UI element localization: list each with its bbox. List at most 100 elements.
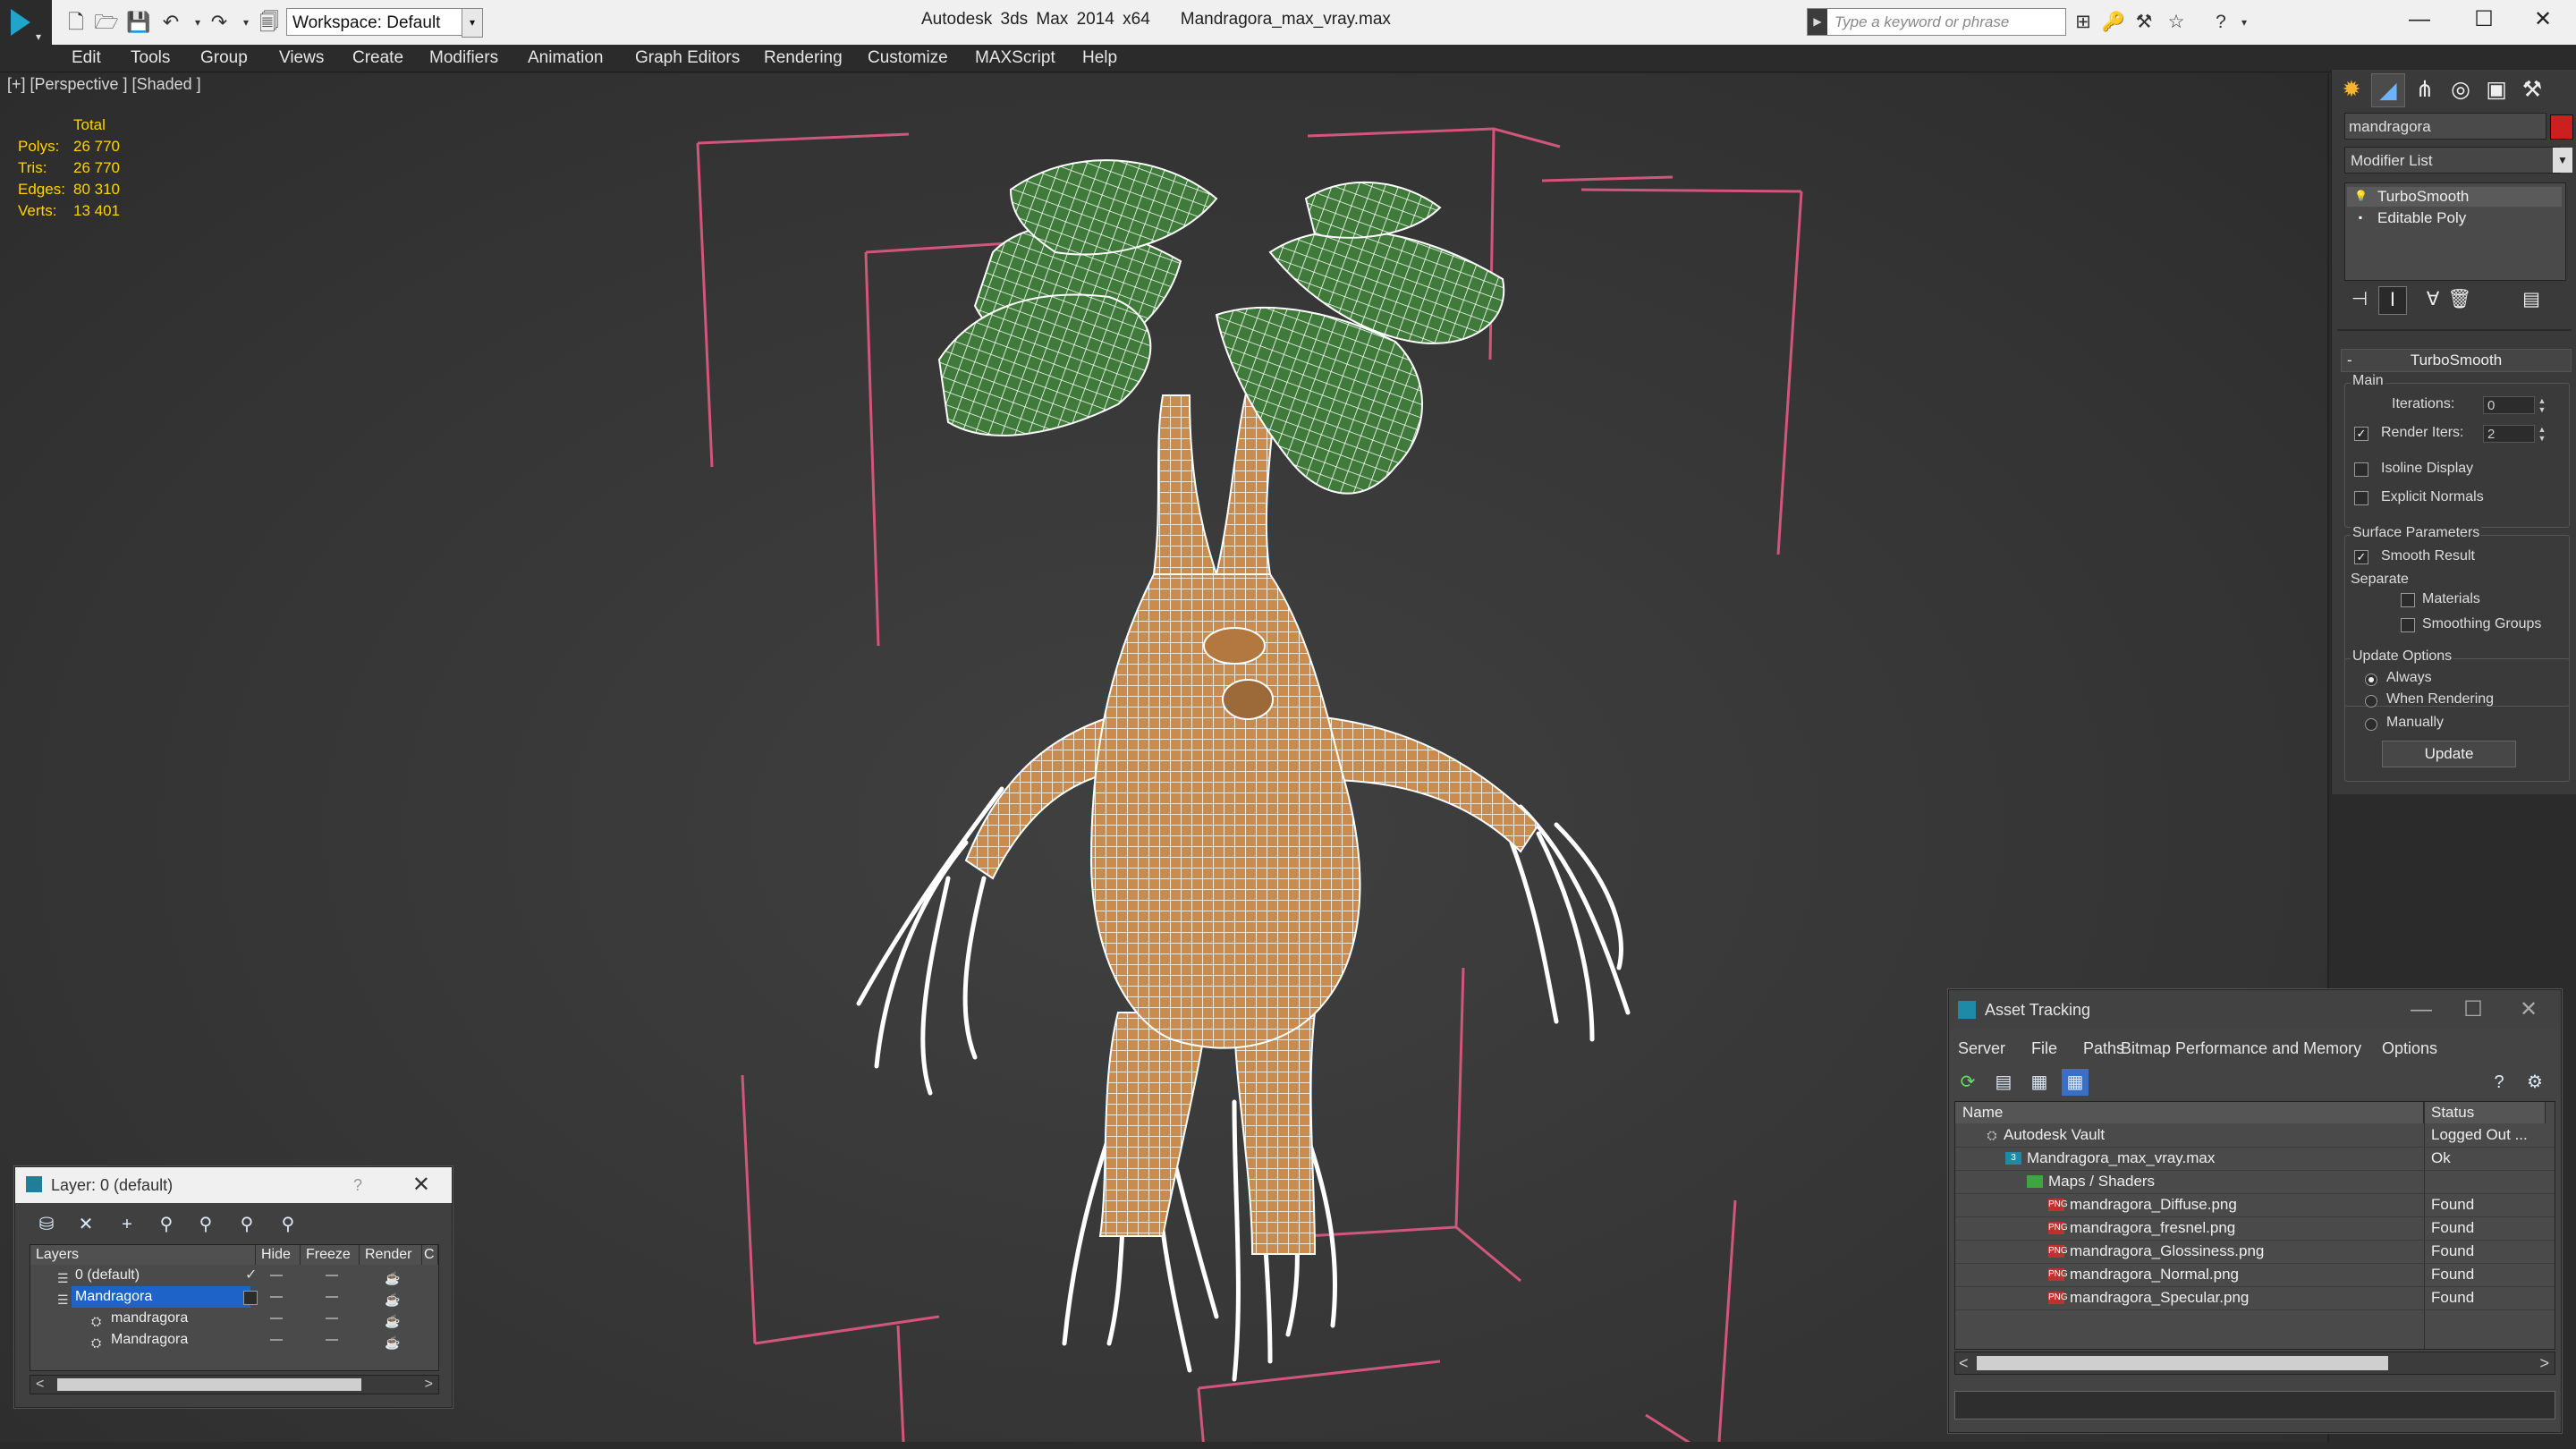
asset-status-field[interactable]: [1954, 1391, 2555, 1419]
favorites-star-icon[interactable]: ☆: [2163, 9, 2190, 36]
render-iters-spinner[interactable]: 2: [2483, 425, 2535, 443]
make-unique-icon[interactable]: ∀: [2419, 286, 2446, 313]
show-end-result-icon[interactable]: Ⅰ: [2378, 286, 2407, 315]
delete-layer-icon[interactable]: ✕: [72, 1212, 99, 1237]
display-tab-icon[interactable]: ▣: [2480, 73, 2512, 106]
turbosmooth-rollout-header[interactable]: - TurboSmooth: [2341, 349, 2572, 372]
hide-toggle[interactable]: [270, 1318, 283, 1319]
create-tab-icon[interactable]: ✹: [2335, 73, 2368, 106]
utilities-tab-icon[interactable]: ⚒: [2516, 73, 2548, 106]
hide-toggle[interactable]: [270, 1339, 283, 1341]
communication-icon[interactable]: ⚒: [2131, 9, 2157, 36]
maximize-button[interactable]: ☐: [2451, 0, 2517, 39]
pin-stack-icon[interactable]: ⊣: [2346, 286, 2373, 313]
menu-rendering[interactable]: Rendering: [764, 45, 843, 72]
project-folder-icon[interactable]: 🗐: [256, 10, 283, 35]
scroll-right-icon[interactable]: >: [425, 1376, 433, 1394]
workspace-selector[interactable]: Workspace: Default ▾: [286, 8, 483, 36]
asset-row[interactable]: PNG mandragora_Normal.png Found: [1955, 1263, 2555, 1287]
stack-item-editable-poly[interactable]: ▪ Editable Poly: [2347, 208, 2562, 228]
layer-row[interactable]: ☰ 0 (default) ✓ ☕: [30, 1265, 438, 1286]
configure-sets-icon[interactable]: ▤: [2518, 286, 2545, 313]
freeze-all-icon[interactable]: ⚲: [275, 1212, 301, 1237]
scrollbar-thumb[interactable]: [1977, 1356, 2388, 1370]
menu-group[interactable]: Group: [200, 45, 248, 72]
scroll-left-icon[interactable]: <: [36, 1376, 44, 1394]
menu-file[interactable]: File: [2031, 1035, 2057, 1062]
explicit-normals-checkbox[interactable]: [2354, 491, 2368, 505]
menu-animation[interactable]: Animation: [528, 45, 604, 72]
always-radio[interactable]: [2365, 674, 2377, 686]
hierarchy-tab-icon[interactable]: ⋔: [2409, 73, 2441, 106]
open-file-icon[interactable]: 🗁: [93, 10, 120, 35]
save-file-icon[interactable]: 💾: [125, 10, 152, 35]
menu-help[interactable]: Help: [1082, 45, 1117, 72]
column-header-name[interactable]: Name: [1955, 1102, 2424, 1123]
manually-radio[interactable]: [2365, 718, 2377, 731]
asset-tracking-titlebar[interactable]: Asset Tracking — ☐ ✕: [1949, 990, 2561, 1030]
hide-toggle[interactable]: [270, 1296, 283, 1298]
hide-all-icon[interactable]: ⚲: [233, 1212, 260, 1237]
layer-row[interactable]: ⛭ mandragora ☕: [30, 1308, 438, 1329]
layer-row[interactable]: ☰ Mandragora ☕: [30, 1286, 438, 1308]
asset-row[interactable]: PNG mandragora_Specular.png Found: [1955, 1286, 2555, 1310]
menu-views[interactable]: Views: [279, 45, 324, 72]
maximize-button[interactable]: ☐: [2446, 990, 2500, 1030]
render-teapot-icon[interactable]: ☕: [385, 1332, 400, 1353]
asset-row[interactable]: PNG mandragora_fresnel.png Found: [1955, 1216, 2555, 1241]
modifier-list-dropdown[interactable]: Modifier List ▼: [2344, 147, 2572, 174]
menu-modifiers[interactable]: Modifiers: [429, 45, 498, 72]
object-color-swatch[interactable]: [2550, 114, 2573, 140]
close-button[interactable]: ✕: [412, 1167, 430, 1203]
column-header-render[interactable]: Render: [360, 1245, 422, 1265]
refresh-icon[interactable]: ⟳: [1954, 1069, 1981, 1096]
search-input[interactable]: Type a keyword or phrase: [1835, 9, 2009, 35]
object-name-field[interactable]: mandragora: [2344, 113, 2546, 140]
table-view-icon[interactable]: ▦: [2062, 1069, 2089, 1096]
viewport-label-menu[interactable]: [+] [Perspective ] [Shaded ]: [7, 75, 201, 94]
undo-icon[interactable]: ↶: [157, 10, 184, 35]
subscription-icon[interactable]: 🔑: [2100, 9, 2127, 36]
select-objects-icon[interactable]: ⚲: [153, 1212, 180, 1237]
smooth-result-checkbox[interactable]: ✓: [2354, 550, 2368, 564]
modify-tab-icon[interactable]: ◢: [2371, 73, 2405, 107]
menu-customize[interactable]: Customize: [868, 45, 948, 72]
materials-checkbox[interactable]: [2401, 593, 2415, 607]
freeze-toggle[interactable]: [326, 1296, 338, 1298]
lightbulb-icon[interactable]: 💡: [2354, 190, 2368, 202]
thumbnail-view-icon[interactable]: ▦: [2026, 1069, 2053, 1096]
isoline-display-checkbox[interactable]: [2354, 462, 2368, 477]
menu-maxscript[interactable]: MAXScript: [975, 45, 1055, 72]
spinner-arrows-icon[interactable]: ▲ ▼: [2537, 425, 2547, 443]
asset-row[interactable]: Maps / Shaders: [1955, 1170, 2555, 1194]
layer-row[interactable]: ⛭ Mandragora ☕: [30, 1329, 438, 1351]
horizontal-scrollbar[interactable]: < >: [1954, 1352, 2555, 1375]
scrollbar-thumb[interactable]: [57, 1378, 361, 1391]
column-header-hide[interactable]: Hide: [256, 1245, 301, 1265]
close-button[interactable]: ✕: [2510, 0, 2576, 39]
scroll-left-icon[interactable]: <: [1959, 1352, 1969, 1374]
close-button[interactable]: ✕: [2502, 990, 2555, 1030]
stack-item-turbosmooth[interactable]: 💡 TurboSmooth: [2347, 187, 2562, 207]
menu-edit[interactable]: Edit: [72, 45, 101, 72]
when-rendering-radio[interactable]: [2365, 695, 2377, 708]
menu-server[interactable]: Server: [1958, 1035, 2005, 1062]
expand-search-icon[interactable]: ▶: [1808, 9, 1827, 35]
menu-tools[interactable]: Tools: [131, 45, 170, 72]
freeze-toggle[interactable]: [326, 1339, 338, 1341]
quick-access-dropdown[interactable]: ▾: [462, 8, 483, 38]
infocenter-search[interactable]: ▶ Type a keyword or phrase: [1807, 8, 2066, 36]
create-layer-icon[interactable]: ⛁: [33, 1212, 60, 1237]
help-icon[interactable]: ?: [2486, 1069, 2512, 1096]
menu-paths[interactable]: Paths: [2083, 1035, 2124, 1062]
set-current-checkbox[interactable]: [243, 1291, 258, 1305]
column-header-color[interactable]: C: [422, 1245, 438, 1265]
remove-modifier-icon[interactable]: 🗑: [2446, 286, 2473, 313]
layer-dialog-titlebar[interactable]: Layer: 0 (default) ? ✕: [15, 1167, 452, 1203]
motion-tab-icon[interactable]: ◎: [2445, 73, 2477, 106]
help-dropdown-icon[interactable]: ⚙: [2521, 1069, 2548, 1096]
smoothing-groups-checkbox[interactable]: [2401, 618, 2415, 632]
update-button[interactable]: Update: [2382, 741, 2516, 767]
menu-create[interactable]: Create: [352, 45, 403, 72]
expand-plus-icon[interactable]: ▪: [2354, 211, 2367, 224]
